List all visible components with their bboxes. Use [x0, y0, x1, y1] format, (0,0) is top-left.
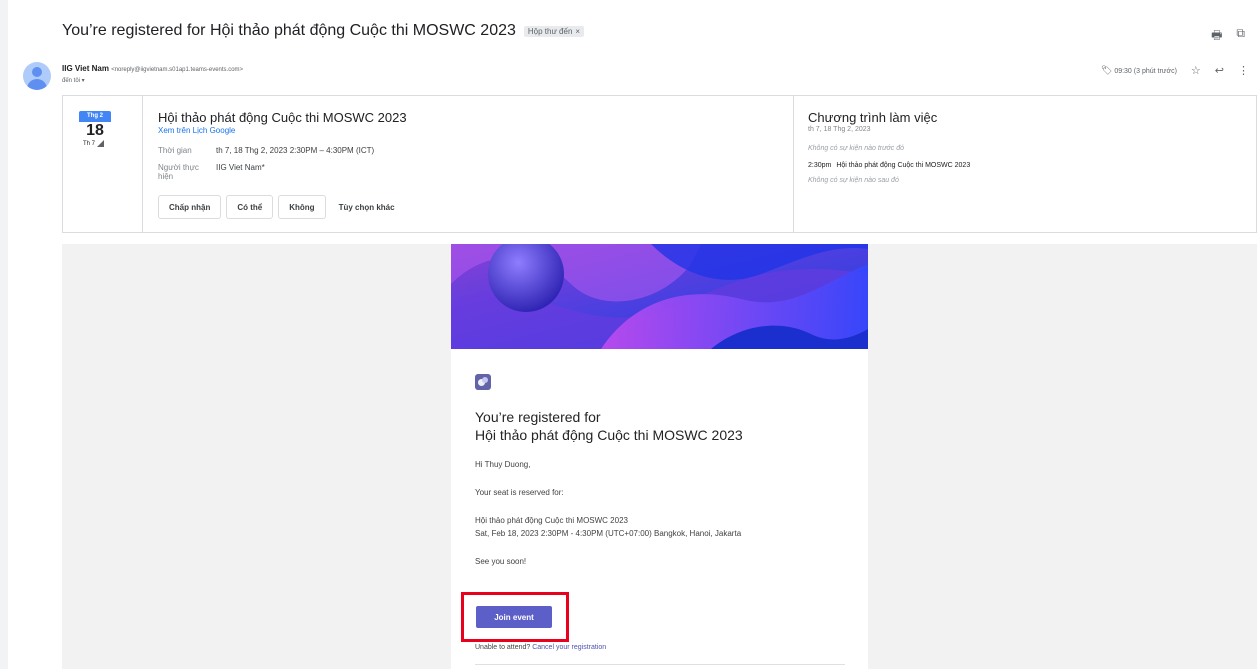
avatar[interactable] — [23, 62, 51, 90]
abstract-3d-shapes-image — [451, 244, 868, 349]
more-vert-icon[interactable]: ⋮ — [1238, 64, 1249, 77]
left-strip — [0, 0, 8, 669]
date-weekday: Th 7 — [83, 140, 96, 147]
agenda-event-item[interactable]: 2:30pm Hội thảo phát động Cuộc thi MOSWC… — [808, 162, 1242, 169]
divider — [475, 664, 845, 665]
calendar-invite-card: Thg 2 18 Th 7 Hội thảo phát động Cuộc th… — [62, 95, 1257, 233]
unable-to-attend-line: Unable to attend? Cancel your registrati… — [475, 644, 606, 651]
date-day: 18 — [86, 122, 104, 139]
email-body: You’re registered for Hội thảo phát động… — [62, 244, 1257, 669]
event-details: Hội thảo phát động Cuộc thi MOSWC 2023 X… — [158, 110, 788, 219]
inbox-label-chip[interactable]: Hộp thư đến × — [523, 25, 585, 37]
reply-icon[interactable]: ↩ — [1215, 64, 1224, 77]
page-fold-icon — [97, 140, 105, 147]
gmail-message-view: You’re registered for Hội thảo phát động… — [0, 0, 1259, 669]
registered-line-1: You’re registered for — [475, 409, 601, 425]
time-value: th 7, 18 Thg 2, 2023 2:30PM – 4:30PM (IC… — [216, 146, 375, 155]
more-options-button[interactable]: Tùy chọn khác — [339, 203, 395, 212]
greeting-text: Hi Thuy Duong, — [475, 460, 531, 469]
join-event-button[interactable]: Join event — [476, 606, 552, 628]
view-in-google-calendar-link[interactable]: Xem trên Lịch Google — [158, 126, 788, 135]
print-icon[interactable]: 🖶 — [1211, 26, 1222, 47]
date-badge: Thg 2 18 Th 7 — [79, 111, 127, 157]
see-you-text: See you soon! — [475, 557, 527, 566]
label-icon: 🏷 — [1100, 65, 1113, 75]
maybe-button[interactable]: Có thể — [226, 195, 274, 219]
open-in-new-icon[interactable]: ⧉ — [1236, 26, 1245, 47]
date-column: Thg 2 18 Th 7 — [63, 96, 143, 232]
accept-button[interactable]: Chấp nhận — [158, 195, 222, 219]
sender-email: <noreply@iigvietnam.s01ap1.teams-events.… — [111, 67, 244, 73]
agenda-event-time: 2:30pm — [808, 162, 832, 169]
message-meta: 🏷 09:30 (3 phút trước) ☆ ↩ ⋮ — [1101, 64, 1249, 77]
sender-line: IIG Viet Nam <noreply@iigvietnam.s01ap1.… — [62, 64, 243, 73]
top-actions: 🖶 ⧉ — [1211, 26, 1245, 47]
avatar-head — [32, 67, 42, 77]
agenda-event-title: Hội thảo phát động Cuộc thi MOSWC 2023 — [836, 162, 971, 169]
agenda-no-events-before: Không có sự kiện nào trước đó — [808, 145, 904, 152]
organizer-label: Người thực hiện — [158, 163, 199, 181]
recipient-toggle[interactable]: đến tôi ▾ — [62, 77, 85, 84]
event-when-text: Sat, Feb 18, 2023 2:30PM - 4:30PM (UTC+0… — [475, 529, 742, 538]
event-name-text: Hội thảo phát động Cuộc thi MOSWC 2023 — [475, 516, 628, 525]
organizer-row: Người thực hiện IIG Viet Nam* — [158, 163, 788, 181]
teams-event-card: You’re registered for Hội thảo phát động… — [451, 244, 868, 669]
teams-logo-bubble-2 — [482, 377, 488, 383]
agenda-no-events-after: Không có sự kiện nào sau đó — [808, 177, 899, 184]
teams-logo-icon — [475, 374, 491, 390]
time-row: Thời gian th 7, 18 Thg 2, 2023 2:30PM – … — [158, 146, 788, 155]
label-text: Hộp thư đến — [527, 26, 573, 36]
star-icon[interactable]: ☆ — [1191, 64, 1201, 77]
subject-row: You’re registered for Hội thảo phát động… — [62, 22, 585, 40]
seat-reserved-text: Your seat is reserved for: — [475, 488, 564, 497]
event-title: Hội thảo phát động Cuộc thi MOSWC 2023 — [158, 110, 407, 125]
rsvp-buttons: Chấp nhận Có thể Không Tùy chọn khác — [158, 195, 788, 219]
organizer-value: IIG Viet Nam* — [216, 163, 265, 172]
unable-text: Unable to attend? — [475, 644, 531, 651]
decline-button[interactable]: Không — [278, 195, 326, 219]
sender-name[interactable]: IIG Viet Nam — [62, 64, 109, 73]
registered-line-2: Hội thảo phát động Cuộc thi MOSWC 2023 — [475, 427, 743, 443]
date-weekday-row: Th 7 — [79, 140, 127, 147]
date-month: Thg 2 — [79, 111, 111, 122]
cancel-registration-link[interactable]: Cancel your registration — [532, 644, 606, 651]
agenda-date: th 7, 18 Thg 2, 2023 — [808, 126, 871, 133]
message-time: 🏷 09:30 (3 phút trước) — [1101, 65, 1177, 76]
hero-banner-image — [451, 244, 868, 349]
registered-heading: You’re registered for Hội thảo phát động… — [475, 408, 743, 444]
agenda-title: Chương trình làm việc — [808, 110, 938, 125]
time-label: Thời gian — [158, 146, 192, 155]
email-subject: You’re registered for Hội thảo phát động… — [62, 22, 516, 39]
agenda-panel: Chương trình làm việc th 7, 18 Thg 2, 20… — [793, 96, 1256, 232]
remove-label-icon[interactable]: × — [575, 27, 580, 36]
avatar-body — [27, 79, 47, 90]
time-text: 09:30 (3 phút trước) — [1114, 68, 1177, 75]
